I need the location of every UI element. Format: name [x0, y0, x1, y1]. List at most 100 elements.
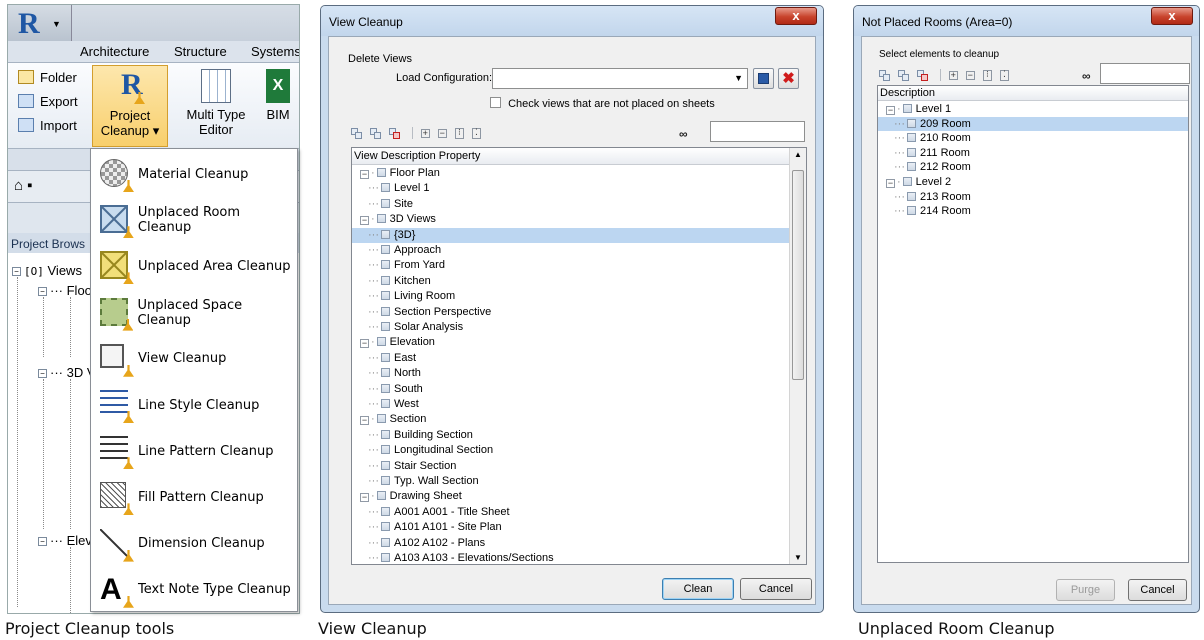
collapse-icon[interactable]: − — [38, 287, 47, 297]
tree-item-row[interactable]: ··· East — [352, 351, 789, 366]
tree-item-row[interactable]: ··· Approach — [352, 243, 789, 258]
load-configuration-select[interactable]: ▼ — [492, 68, 748, 89]
folder-button[interactable]: Folder — [18, 67, 77, 87]
search-input[interactable] — [710, 121, 805, 142]
tree-item-row[interactable]: ··· A101 A101 - Site Plan — [352, 520, 789, 535]
row-checkbox[interactable] — [381, 553, 390, 562]
row-checkbox[interactable] — [381, 229, 390, 239]
row-checkbox[interactable] — [381, 429, 390, 439]
view-tree-list[interactable]: View Description Property ▲ ▼ − · Floor Pl… — [351, 147, 807, 565]
row-checkbox[interactable] — [381, 245, 390, 254]
purge-button[interactable]: Purge — [1056, 579, 1115, 601]
scroll-down-icon[interactable]: ▼ — [794, 553, 802, 562]
tree-item-row[interactable]: ··· 212 Room — [878, 160, 1188, 175]
tree-item-row[interactable]: ··· 210 Room — [878, 131, 1188, 146]
row-checkbox[interactable] — [381, 460, 390, 470]
collapse-icon[interactable]: − — [360, 493, 369, 503]
cancel-button[interactable]: Cancel — [740, 578, 812, 600]
row-checkbox[interactable] — [381, 399, 390, 408]
menu-item-dimension-cleanup[interactable]: Dimension Cleanup — [91, 521, 297, 567]
delete-config-button[interactable]: ✖ — [778, 68, 799, 89]
row-checkbox[interactable] — [907, 118, 916, 128]
row-checkbox[interactable] — [376, 414, 386, 424]
scrollbar-thumb[interactable] — [792, 170, 804, 380]
collapse-icon[interactable]: − — [360, 170, 369, 179]
row-checkbox[interactable] — [381, 476, 390, 485]
collapse-icon[interactable]: − — [38, 369, 47, 379]
menu-item-text-note-type-cleanup[interactable]: A Text Note Type Cleanup — [91, 567, 297, 613]
tree-item-row[interactable]: ··· Living Room — [352, 289, 789, 304]
tree-node-3d[interactable]: − ··· 3D V — [38, 365, 96, 380]
collapse-icon[interactable]: − — [886, 106, 895, 115]
row-checkbox[interactable] — [902, 104, 912, 113]
collapse-all-icon[interactable]: ⁚ — [472, 127, 482, 139]
tree-node-elev[interactable]: − ··· Elev — [38, 533, 92, 548]
project-cleanup-button[interactable]: R Project Cleanup ▾ — [92, 65, 168, 147]
check-all-icon[interactable] — [879, 69, 890, 81]
bim-button[interactable]: X BIM — [258, 65, 298, 147]
row-checkbox[interactable] — [907, 147, 916, 157]
expand-all-icon[interactable]: ⁝ — [983, 69, 993, 81]
tree-item-row[interactable]: ··· Stair Section — [352, 459, 789, 474]
tab-systems[interactable]: Systems — [251, 44, 299, 59]
binoculars-icon[interactable]: ∞ — [1082, 69, 1091, 83]
tree-node-floor[interactable]: − ··· Floo — [38, 283, 92, 298]
tree-item-row[interactable]: ··· A102 A102 - Plans — [352, 536, 789, 551]
collapse-icon[interactable]: − — [886, 179, 895, 188]
search-input[interactable] — [1100, 63, 1190, 84]
tree-node-views[interactable]: − [O] Views — [12, 263, 82, 278]
row-checkbox[interactable] — [381, 198, 390, 208]
row-checkbox[interactable] — [381, 260, 390, 270]
check-all-icon[interactable] — [351, 127, 362, 139]
close-button[interactable]: x — [1151, 7, 1193, 25]
tree-group-row[interactable]: − · Floor Plan — [352, 166, 789, 181]
menu-item-unplaced-area-cleanup[interactable]: Unplaced Area Cleanup — [91, 243, 297, 289]
clean-button[interactable]: Clean — [662, 578, 734, 600]
tree-item-row[interactable]: ··· 213 Room — [878, 190, 1188, 205]
tree-group-row[interactable]: − · Section — [352, 412, 789, 427]
uncheck-all-icon[interactable] — [898, 69, 910, 81]
row-checkbox[interactable] — [902, 177, 912, 186]
row-checkbox[interactable] — [376, 168, 386, 177]
collapse-icon[interactable]: − — [360, 216, 369, 226]
collapse-icon[interactable]: − — [360, 416, 369, 426]
row-checkbox[interactable] — [381, 368, 390, 378]
check-not-on-sheets[interactable]: Check views that are not placed on sheet… — [490, 97, 715, 110]
row-checkbox[interactable] — [907, 191, 916, 201]
collapse-icon[interactable]: − — [38, 537, 47, 547]
rooms-tree-list[interactable]: Description − · Level 1 ··· 209 Room ··· 210 R… — [877, 85, 1189, 563]
vertical-scrollbar[interactable]: ▲ ▼ — [789, 148, 806, 564]
save-icon[interactable]: ▪ — [27, 177, 36, 194]
multi-type-editor-button[interactable]: Multi Type Editor — [174, 65, 258, 147]
tree-item-row[interactable]: ··· 209 Room — [878, 116, 1188, 132]
uncheck-all-icon[interactable] — [370, 127, 382, 139]
row-checkbox[interactable] — [381, 275, 390, 285]
checkbox[interactable] — [490, 97, 501, 108]
tree-item-row[interactable]: ··· West — [352, 397, 789, 412]
row-checkbox[interactable] — [381, 306, 390, 316]
column-header[interactable]: View Description Property — [352, 148, 806, 165]
row-checkbox[interactable] — [381, 291, 390, 301]
row-checkbox[interactable] — [381, 506, 390, 516]
menu-item-unplaced-room-cleanup[interactable]: Unplaced Room Cleanup — [91, 197, 297, 243]
collapse-icon[interactable]: − — [438, 128, 448, 138]
scroll-up-icon[interactable]: ▲ — [794, 150, 802, 159]
import-button[interactable]: Import — [18, 115, 77, 135]
menu-item-material-cleanup[interactable]: Material Cleanup — [91, 151, 297, 197]
tree-item-row[interactable]: ··· {3D} — [352, 227, 789, 243]
tree-item-row[interactable]: ··· Longitudinal Section — [352, 443, 789, 458]
invert-check-icon[interactable] — [917, 69, 929, 81]
tab-structure[interactable]: Structure — [174, 44, 227, 59]
cancel-button[interactable]: Cancel — [1128, 579, 1187, 601]
column-header[interactable]: Description — [878, 86, 1188, 101]
menu-item-fill-pattern-cleanup[interactable]: Fill Pattern Cleanup — [91, 474, 297, 520]
collapse-icon[interactable]: − — [12, 267, 21, 277]
tree-item-row[interactable]: ··· Typ. Wall Section — [352, 474, 789, 489]
tree-item-row[interactable]: ··· South — [352, 382, 789, 397]
row-checkbox[interactable] — [381, 445, 390, 455]
row-checkbox[interactable] — [376, 214, 386, 224]
tree-item-row[interactable]: ··· From Yard — [352, 258, 789, 273]
row-checkbox[interactable] — [907, 206, 916, 216]
menu-item-unplaced-space-cleanup[interactable]: Unplaced Space Cleanup — [91, 290, 297, 336]
row-checkbox[interactable] — [381, 383, 390, 393]
